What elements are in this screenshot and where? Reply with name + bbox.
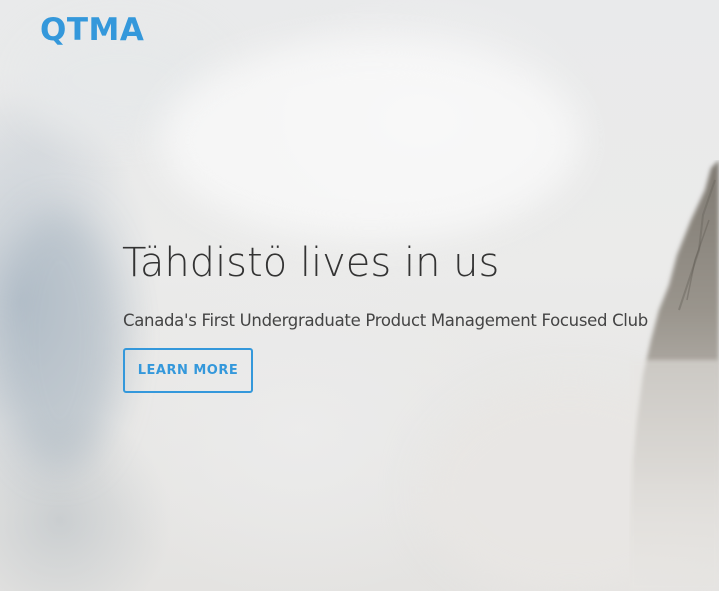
mountain-cliff-image [629, 160, 719, 591]
hero-subheadline: Canada's First Undergraduate Product Man… [123, 311, 648, 330]
fog-patch [0, 210, 120, 470]
brand-logo[interactable]: QTMA [40, 12, 144, 48]
learn-more-button[interactable]: LEARN MORE [123, 348, 253, 393]
hero-background [0, 0, 719, 591]
fog-patch [160, 40, 580, 240]
hero-headline: Tähdistö lives in us [122, 240, 500, 286]
